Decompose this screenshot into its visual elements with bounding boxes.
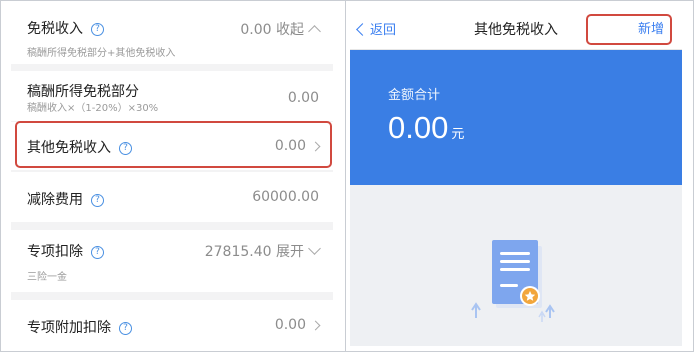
chevron-up-icon[interactable] <box>308 25 321 38</box>
row-title: 专项附加扣除 <box>27 320 111 336</box>
help-circle-icon[interactable]: ? <box>91 245 104 259</box>
total-amount: 0.00 <box>388 110 449 145</box>
row-subtitle: 三险一金 <box>27 272 67 283</box>
row-subtitle: 稿酬所得免税部分+其他免税收入 <box>27 48 176 59</box>
row-value: 27815.40 展开 <box>204 244 304 260</box>
chevron-down-icon[interactable] <box>308 242 321 255</box>
row-title: 免税收入 <box>27 21 83 37</box>
highlight-box-add <box>586 14 672 45</box>
tax-income-panel: 免税收入? 稿酬所得免税部分+其他免税收入 0.00 收起 稿酬所得免税部分 稿… <box>11 6 333 346</box>
help-circle-icon[interactable]: ? <box>91 193 104 207</box>
panel-divider <box>345 1 346 351</box>
row-title: 专项扣除 <box>27 244 83 260</box>
help-circle-icon[interactable]: ? <box>91 22 104 36</box>
row-value: 0.00 <box>274 317 306 333</box>
total-unit: 元 <box>451 127 465 142</box>
row-subtitle: 稿酬收入×（1-20%）×30% <box>27 103 159 114</box>
row-value: 0.00 <box>287 90 319 106</box>
other-exempt-income-page: 返回 其他免税收入 新增 金额合计 0.00 元 <box>350 6 682 346</box>
row-deduction-expense: 减除费用? 60000.00 <box>11 172 333 222</box>
total-summary-card: 金额合计 0.00 元 <box>350 50 682 185</box>
row-title: 稿酬所得免税部分 <box>27 84 139 100</box>
row-special-deduction[interactable]: 专项扣除? 三险一金 27815.40 展开 <box>11 230 333 292</box>
highlight-box-other-exempt <box>15 121 332 168</box>
row-title: 减除费用 <box>27 192 83 208</box>
row-special-additional-deduction[interactable]: 专项附加扣除? 0.00 <box>11 300 333 346</box>
total-label: 金额合计 <box>388 88 441 103</box>
chevron-right-icon <box>310 320 321 330</box>
row-royalty-exempt: 稿酬所得免税部分 稿酬收入×（1-20%）×30% 0.00 <box>11 71 333 121</box>
row-value: 60000.00 <box>252 189 319 205</box>
empty-document-illustration <box>471 240 555 322</box>
help-circle-icon[interactable]: ? <box>119 321 132 335</box>
row-value: 0.00 收起 <box>240 22 304 38</box>
row-tax-free-income[interactable]: 免税收入? 稿酬所得免税部分+其他免税收入 0.00 收起 <box>11 6 333 64</box>
